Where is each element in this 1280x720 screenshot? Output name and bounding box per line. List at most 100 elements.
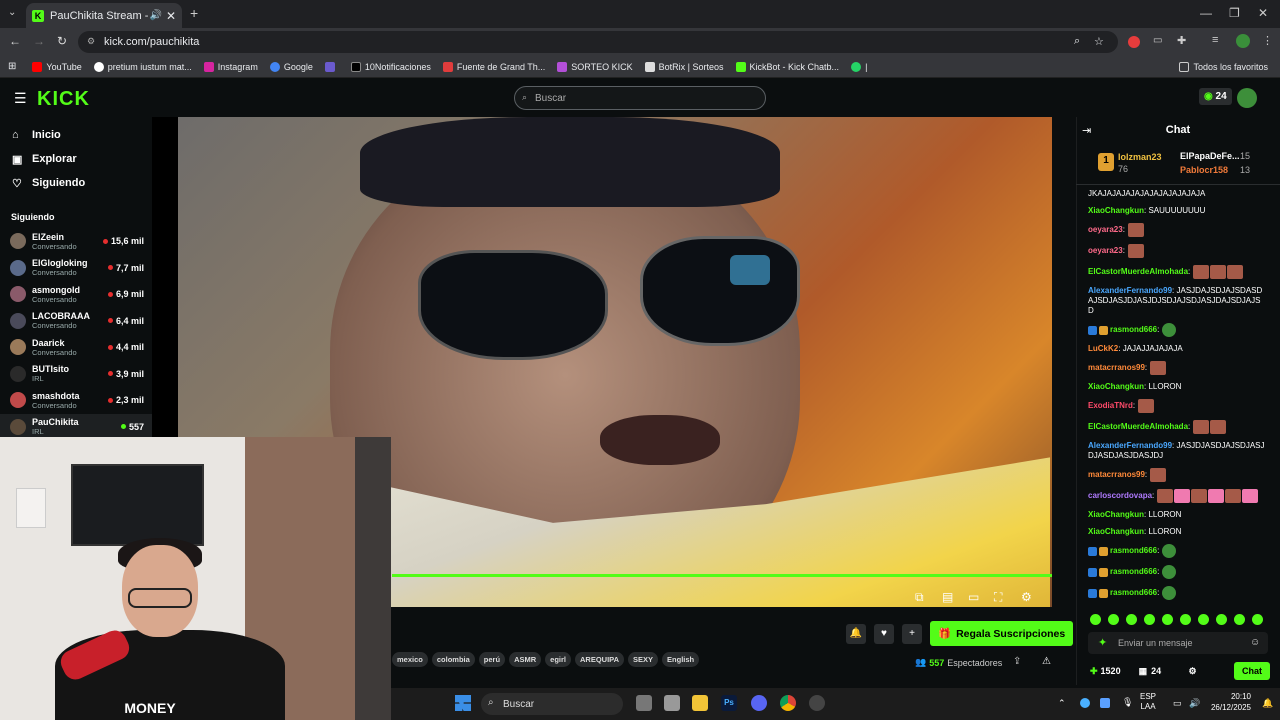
leader-name[interactable]: Pablocr158 (1180, 165, 1228, 175)
task-view-icon[interactable] (636, 695, 652, 711)
chat-username[interactable]: carloscordovapa (1088, 491, 1152, 500)
chat-username[interactable]: oeyara23 (1088, 246, 1123, 255)
bookmark-sorteo-kick[interactable]: SORTEO KICK (557, 61, 633, 72)
tag[interactable]: AREQUIPA (575, 652, 625, 667)
subs-count[interactable]: 24 (1151, 666, 1161, 676)
following-channel[interactable]: ElZeein Conversando 15,6 mil (0, 228, 152, 255)
chat-username[interactable]: ElCastorMuerdeAlmohada (1088, 422, 1188, 431)
maximize-icon[interactable]: ❐ (1229, 6, 1240, 20)
gift-subs-button[interactable]: 🎁 Regala Suscripciones (930, 621, 1074, 646)
bookmark-botrix[interactable]: BotRix | Sorteos (644, 61, 724, 72)
emote-icon[interactable] (1108, 614, 1119, 625)
emote-icon[interactable] (1144, 614, 1155, 625)
settings-gear-icon[interactable]: ⚙ (1021, 590, 1032, 604)
chat-username[interactable]: XiaoChangkun (1088, 382, 1144, 391)
chat-username[interactable]: XiaoChangkun (1088, 206, 1144, 215)
following-channel[interactable]: smashdota Conversando 2,3 mil (0, 387, 152, 414)
emote-icon[interactable] (1198, 614, 1209, 625)
chat-username[interactable]: AlexanderFernando99 (1088, 441, 1172, 450)
more-actions-icon[interactable]: + (902, 623, 922, 644)
chat-username[interactable]: matacrranos99 (1088, 470, 1145, 479)
emote-icon[interactable] (1234, 614, 1245, 625)
channel-points[interactable]: 1520 (1101, 666, 1121, 676)
tag[interactable]: mexico (392, 652, 428, 667)
microphone-icon[interactable]: 🎙 (1122, 697, 1133, 708)
following-channel[interactable]: BUTIsito IRL 3,9 mil (0, 361, 152, 388)
chat-username[interactable]: matacrranos99 (1088, 363, 1145, 372)
chat-username[interactable]: AlexanderFernando99 (1088, 286, 1172, 295)
tab-search-icon[interactable]: ⌄ (8, 7, 16, 18)
audio-icon[interactable]: 🔊 (149, 10, 161, 21)
minimize-icon[interactable]: — (1200, 6, 1212, 20)
site-info-icon[interactable]: ⚙ (87, 36, 95, 47)
user-avatar[interactable] (1237, 88, 1257, 108)
video-progress-bar[interactable] (392, 574, 1052, 577)
leader-name[interactable]: lolzman23 (1118, 152, 1162, 162)
photoshop-icon[interactable]: Ps (721, 695, 737, 711)
language-indicator[interactable]: ESP LAA (1140, 692, 1156, 713)
app-icon[interactable] (809, 695, 825, 711)
chat-username[interactable]: ElCastorMuerdeAlmohada (1088, 267, 1188, 276)
back-icon[interactable]: ← (9, 34, 21, 48)
bookmark-icon-only[interactable] (324, 61, 339, 72)
tag[interactable]: colombia (431, 652, 475, 667)
new-tab-icon[interactable]: + (190, 5, 198, 21)
nav-siguiendo[interactable]: ♡ Siguiendo (0, 171, 152, 195)
bookmark-kickbot[interactable]: KickBot - Kick Chatb... (735, 61, 839, 72)
menu-icon[interactable]: ⋮ (1262, 34, 1273, 47)
emote-icon[interactable] (1090, 614, 1101, 625)
browser-tab[interactable]: K PauChikita Stream - Watch 🔊 ✕ (26, 3, 182, 28)
bookmark-x[interactable]: 10Notificaciones (350, 61, 431, 72)
reload-icon[interactable]: ↻ (57, 34, 67, 48)
emote-icon[interactable] (1126, 614, 1137, 625)
chrome-icon[interactable] (780, 695, 796, 711)
following-channel[interactable]: ElGlogloking Conversando 7,7 mil (0, 255, 152, 282)
pip-icon[interactable]: ⧉ (915, 590, 924, 605)
bookmark-youtube[interactable]: YouTube (32, 61, 82, 72)
chat-settings-icon[interactable]: ⚙ (1189, 666, 1197, 677)
chat-username[interactable]: oeyara23 (1088, 225, 1123, 234)
taskbar-search[interactable]: ⌕ Buscar (481, 693, 623, 715)
tag[interactable]: SEXY (628, 652, 659, 667)
chat-username[interactable]: LuCkK2 (1088, 344, 1118, 353)
bookmark-google[interactable]: Google (269, 61, 313, 72)
emote-icon[interactable] (1180, 614, 1191, 625)
tray-app-icon[interactable] (1100, 698, 1110, 708)
zoom-icon[interactable]: ⌕ (1074, 35, 1080, 48)
nav-explorar[interactable]: ▣ Explorar (0, 147, 152, 171)
extension-icon[interactable]: ▭ (1153, 35, 1162, 46)
network-icon[interactable]: ▭ (1173, 698, 1182, 709)
all-bookmarks[interactable]: Todos los favoritos (1179, 61, 1268, 72)
profile-avatar[interactable] (1236, 34, 1250, 48)
kick-logo[interactable]: KICK (37, 88, 90, 111)
nav-inicio[interactable]: ⌂ Inicio (0, 123, 152, 147)
following-channel[interactable]: Daarick Conversando 4,4 mil (0, 334, 152, 361)
chat-username[interactable]: rasmond666 (1110, 325, 1157, 334)
bookmark-whatsapp[interactable]: | (851, 61, 867, 72)
report-icon[interactable]: ⚠ (1042, 656, 1051, 667)
chat-username[interactable]: ExodiaTNrd (1088, 401, 1133, 410)
file-explorer-icon[interactable] (692, 695, 708, 711)
tab-close-icon[interactable]: ✕ (166, 9, 176, 23)
notification-bell-icon[interactable]: 🔔 (1262, 698, 1273, 709)
theater-mode-icon[interactable]: ▭ (968, 590, 979, 604)
discord-icon[interactable] (751, 695, 767, 711)
forward-icon[interactable]: → (33, 34, 45, 48)
tag[interactable]: ASMR (509, 652, 542, 667)
notifications-bell-icon[interactable]: 🔔 (846, 623, 866, 644)
follow-heart-icon[interactable]: ♥ (874, 623, 894, 644)
hamburger-menu-icon[interactable]: ☰ (14, 90, 27, 107)
tag[interactable]: English (662, 652, 700, 667)
media-control-icon[interactable]: ≡ (1212, 34, 1218, 46)
chat-username[interactable]: rasmond666 (1110, 567, 1157, 576)
chat-send-button[interactable]: Chat (1234, 662, 1270, 680)
share-icon[interactable]: ⇪ (1013, 656, 1021, 667)
bookmark-fuente[interactable]: Fuente de Grand Th... (442, 61, 545, 72)
bookmark-instagram[interactable]: Instagram (203, 61, 258, 72)
search-input[interactable]: ⌕ Buscar (514, 86, 766, 110)
chat-username[interactable]: XiaoChangkun (1088, 510, 1144, 519)
emote-icon[interactable] (1216, 614, 1227, 625)
emote-icon[interactable] (1162, 614, 1173, 625)
emoji-picker-icon[interactable]: ☺ (1250, 637, 1260, 648)
apps-icon[interactable]: ⊞ (8, 61, 16, 72)
